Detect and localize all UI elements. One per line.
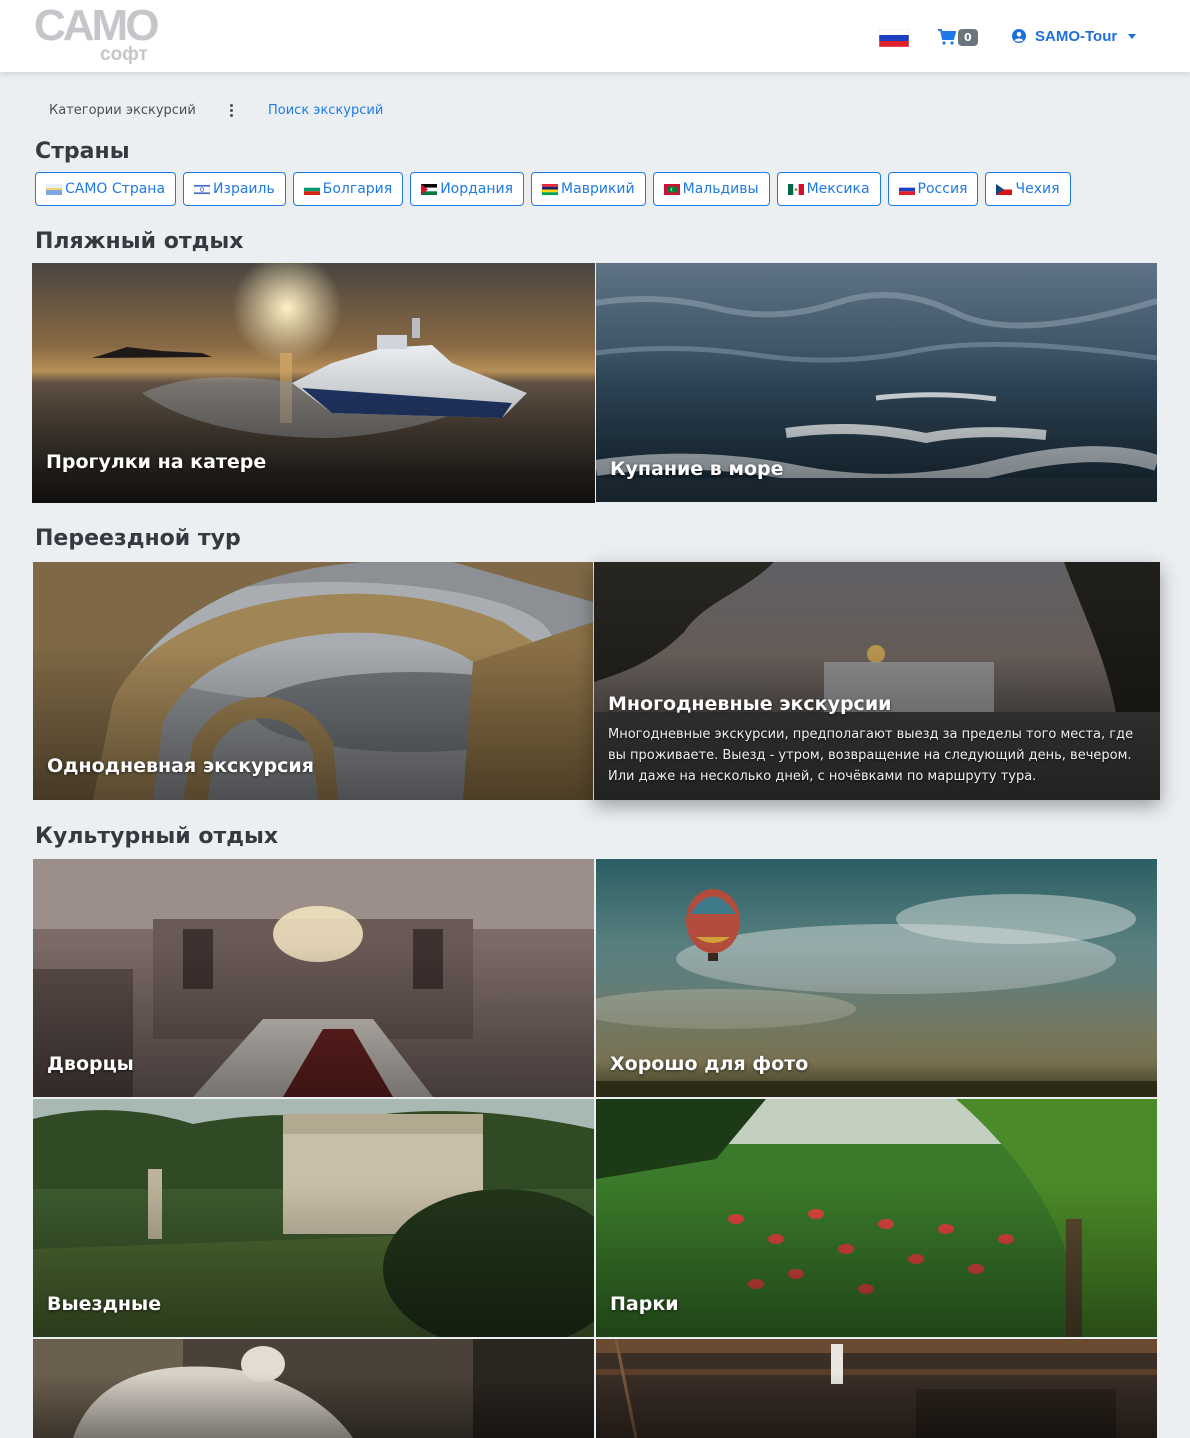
- russia-flag-icon: [898, 183, 915, 195]
- samo-logo[interactable]: CAMO софт: [34, 4, 164, 68]
- country-chip-label: Россия: [917, 181, 968, 197]
- country-chip-israel[interactable]: Израиль: [183, 172, 286, 206]
- card-palaces[interactable]: Дворцы: [33, 859, 594, 1097]
- section-title-beach: Пляжный отдых: [35, 229, 244, 254]
- card-title: Однодневная экскурсия: [47, 755, 314, 777]
- card-title: Парки: [610, 1293, 679, 1315]
- card-one-day-excursion[interactable]: Однодневная экскурсия: [33, 562, 593, 800]
- country-chip-samo[interactable]: САМО Страна: [35, 172, 177, 206]
- country-chip-label: Маврикий: [561, 181, 635, 197]
- card-outbound[interactable]: Выездные: [33, 1099, 594, 1337]
- card-workshop[interactable]: [596, 1339, 1157, 1438]
- mauritius-flag-icon: [542, 183, 559, 195]
- logo-sub-text: софт: [100, 44, 148, 65]
- country-chip-maldives[interactable]: Мальдивы: [652, 172, 770, 206]
- card-title: Выездные: [47, 1293, 162, 1315]
- card-sea-swimming[interactable]: Купание в море: [596, 263, 1157, 502]
- country-chip-mauritius[interactable]: Маврикий: [531, 172, 646, 206]
- card-description: Многодневные экскурсии, предполагают вые…: [608, 727, 1134, 784]
- card-good-for-photo[interactable]: Хорошо для фото: [596, 859, 1157, 1097]
- country-chip-bulgaria[interactable]: Болгария: [292, 172, 404, 206]
- section-title-transfer: Переездной тур: [35, 526, 241, 551]
- jordan-flag-icon: [421, 183, 438, 195]
- israel-flag-icon: [194, 183, 211, 195]
- country-chip-label: Израиль: [213, 181, 275, 197]
- user-circle-icon: [1012, 29, 1026, 43]
- country-chip-label: Мальдивы: [682, 181, 759, 197]
- card-boat-trips[interactable]: Прогулки на катере: [32, 263, 595, 503]
- more-vertical-icon[interactable]: [225, 103, 237, 119]
- country-chip-label: Болгария: [322, 181, 393, 197]
- chevron-down-icon: [1128, 33, 1137, 39]
- bulgaria-flag-icon: [303, 183, 320, 195]
- card-multi-day-excursions[interactable]: Многодневные экскурсии Многодневные экск…: [594, 562, 1160, 800]
- card-sculpture[interactable]: [33, 1339, 594, 1438]
- country-chip-label: Мексика: [806, 181, 870, 197]
- card-title: Купание в море: [610, 458, 784, 480]
- cart-icon: [938, 29, 956, 45]
- search-excursions-link[interactable]: Поиск экскурсий: [268, 102, 383, 119]
- cart-button[interactable]: 0: [938, 26, 978, 48]
- logo-main-text: CAMO: [34, 1, 159, 50]
- countries-title: Страны: [35, 139, 130, 164]
- country-chip-russia[interactable]: Россия: [887, 172, 979, 206]
- section-title-cultural: Культурный отдых: [35, 824, 279, 849]
- country-chip-label: Чехия: [1015, 181, 1060, 197]
- mexico-flag-icon: [787, 183, 804, 195]
- user-name: SAMO-Tour: [1035, 27, 1118, 45]
- card-title: Дворцы: [47, 1053, 134, 1075]
- card-parks[interactable]: Парки: [596, 1099, 1157, 1337]
- czech-flag-icon: [996, 183, 1013, 195]
- country-chip-czech[interactable]: Чехия: [985, 172, 1071, 206]
- russia-flag-icon[interactable]: [879, 29, 909, 47]
- country-chip-label: САМО Страна: [65, 181, 166, 197]
- user-dropdown[interactable]: SAMO-Tour: [1012, 26, 1137, 46]
- card-title: Многодневные экскурсии: [608, 693, 892, 715]
- categories-label: Категории экскурсий: [49, 103, 196, 118]
- card-title: Хорошо для фото: [610, 1053, 809, 1075]
- country-chip-label: Иордания: [440, 181, 514, 197]
- country-chip-list: САМО Страна Израиль Болгария Иордания Ма…: [35, 172, 1071, 206]
- card-title: Прогулки на катере: [46, 451, 267, 473]
- cart-count-badge: 0: [958, 28, 978, 46]
- country-chip-mexico[interactable]: Мексика: [776, 172, 881, 206]
- samo-flag-icon: [46, 183, 62, 195]
- maldives-flag-icon: [663, 183, 680, 195]
- country-chip-jordan[interactable]: Иордания: [410, 172, 525, 206]
- top-navbar: CAMO софт 0 SAMO-Tour: [0, 0, 1190, 72]
